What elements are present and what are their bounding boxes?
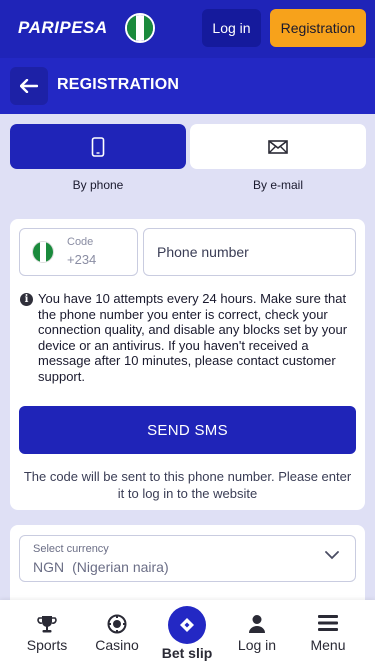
nav-bet-slip-label: Bet slip: [161, 645, 213, 661]
tab-by-email-label[interactable]: By e-mail: [190, 178, 366, 192]
nav-casino[interactable]: Casino: [82, 600, 152, 667]
currency-name: (Nigerian naira): [72, 559, 169, 575]
user-icon: [249, 615, 265, 633]
sms-hint-text: The code will be sent to this phone numb…: [23, 469, 352, 501]
back-button[interactable]: [10, 67, 48, 105]
top-header: PARIPESA Log in Registration: [0, 0, 375, 58]
bet-slip-badge: [168, 606, 206, 644]
page-title-bar: REGISTRATION: [0, 58, 375, 114]
hamburger-menu-icon: [318, 615, 338, 631]
page-title: REGISTRATION: [57, 76, 180, 93]
casino-chip-icon: [107, 614, 127, 634]
registration-button[interactable]: Registration: [270, 9, 366, 47]
nav-bet-slip[interactable]: Bet slip: [152, 600, 222, 667]
currency-code: NGN: [33, 559, 65, 575]
country-code-select[interactable]: Code +234: [19, 228, 138, 276]
code-value: +234: [67, 252, 97, 267]
phone-number-input[interactable]: Phone number: [143, 228, 356, 276]
code-label: Code: [67, 236, 94, 248]
phone-registration-card: Code +234 Phone number i You have 10 att…: [10, 219, 365, 510]
nav-login-label: Log in: [237, 637, 277, 653]
tab-by-email[interactable]: [190, 124, 366, 169]
login-button[interactable]: Log in: [202, 9, 261, 47]
site-logo[interactable]: PARIPESA: [18, 18, 108, 38]
bottom-navigation: Sports Casino Bet slip Log in Menu: [0, 600, 375, 667]
trophy-icon: [37, 616, 57, 633]
nav-login[interactable]: Log in: [222, 600, 292, 667]
currency-value: NGN (Nigerian naira): [33, 559, 169, 575]
info-icon: i: [20, 293, 33, 306]
currency-select[interactable]: Select currency NGN (Nigerian naira): [19, 535, 356, 582]
nav-sports-label: Sports: [26, 637, 68, 653]
send-sms-button[interactable]: SEND SMS: [19, 406, 356, 454]
nav-casino-label: Casino: [95, 637, 139, 653]
nav-menu-label: Menu: [310, 637, 346, 653]
envelope-icon: [268, 139, 288, 154]
currency-label: Select currency: [33, 543, 109, 555]
tab-by-phone[interactable]: [10, 124, 186, 169]
nav-menu[interactable]: Menu: [293, 600, 363, 667]
smartphone-icon: [91, 136, 105, 157]
ticket-icon: [180, 618, 194, 632]
nav-sports[interactable]: Sports: [12, 600, 82, 667]
tab-by-phone-label[interactable]: By phone: [10, 178, 186, 192]
chevron-down-icon: [325, 551, 339, 560]
attempts-info-text: You have 10 attempts every 24 hours. Mak…: [38, 291, 348, 384]
country-flag-icon[interactable]: [125, 13, 155, 43]
nigeria-flag-icon: [32, 241, 54, 263]
arrow-left-icon: [20, 79, 38, 93]
